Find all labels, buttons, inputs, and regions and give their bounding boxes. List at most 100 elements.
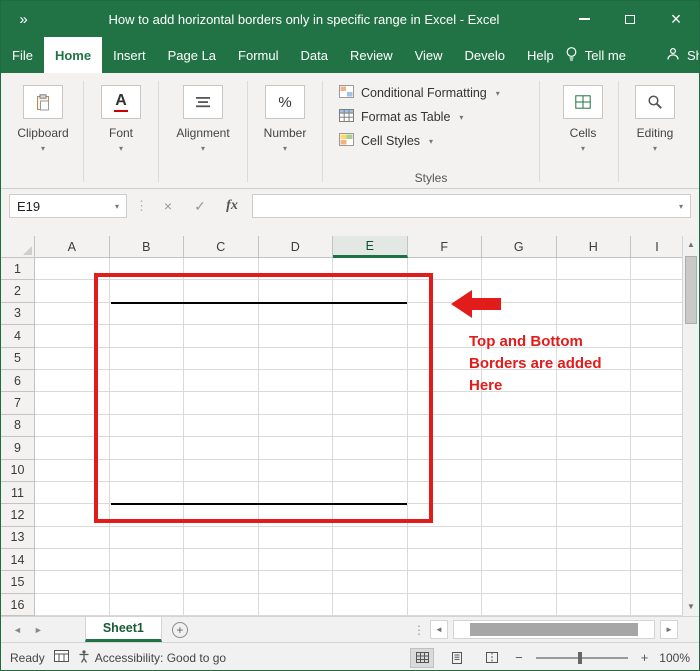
tab-data[interactable]: Data xyxy=(289,37,338,73)
row-header-13[interactable]: 13 xyxy=(1,526,35,550)
cell-G11[interactable] xyxy=(482,481,557,505)
cell-G16[interactable] xyxy=(482,593,557,616)
cancel-entry-icon[interactable]: × xyxy=(156,198,180,214)
macro-record-icon[interactable] xyxy=(53,650,69,665)
cell-E15[interactable] xyxy=(333,571,408,594)
editing-dropdown-icon[interactable]: ▾ xyxy=(653,144,657,153)
row-header-3[interactable]: 3 xyxy=(1,302,35,326)
cell-C16[interactable] xyxy=(184,593,259,616)
horizontal-scrollbar-thumb[interactable] xyxy=(470,623,638,636)
maximize-button[interactable] xyxy=(607,1,653,37)
row-header-9[interactable]: 9 xyxy=(1,437,35,460)
cell-I8[interactable] xyxy=(631,414,684,438)
clipboard-group[interactable]: Clipboard ▾ xyxy=(7,75,79,188)
horizontal-scrollbar[interactable] xyxy=(453,620,655,639)
cell-E16[interactable] xyxy=(333,593,408,616)
cell-I3[interactable] xyxy=(631,302,684,326)
name-box-dropdown-icon[interactable]: ▾ xyxy=(115,202,119,211)
cell-G8[interactable] xyxy=(482,414,557,438)
cell-I15[interactable] xyxy=(631,571,684,594)
font-group[interactable]: A Font ▾ xyxy=(88,75,154,188)
cell-G10[interactable] xyxy=(482,459,557,482)
vertical-scrollbar[interactable]: ▲ ▼ xyxy=(682,236,699,616)
alignment-dropdown-icon[interactable]: ▾ xyxy=(201,144,205,153)
cell-I16[interactable] xyxy=(631,593,684,616)
row-header-1[interactable]: 1 xyxy=(1,258,35,281)
scrollbar-resize-dots[interactable]: ⋮ xyxy=(413,623,425,637)
row-header-14[interactable]: 14 xyxy=(1,549,35,572)
cell-I1[interactable] xyxy=(631,258,684,281)
cell-G15[interactable] xyxy=(482,571,557,594)
cell-I2[interactable] xyxy=(631,280,684,303)
cell-I6[interactable] xyxy=(631,369,684,393)
cell-H14[interactable] xyxy=(556,549,631,572)
cell-I9[interactable] xyxy=(631,437,684,460)
row-header-6[interactable]: 6 xyxy=(1,369,35,393)
row-header-2[interactable]: 2 xyxy=(1,280,35,303)
cell-D15[interactable] xyxy=(258,571,333,594)
row-header-4[interactable]: 4 xyxy=(1,325,35,348)
cell-H1[interactable] xyxy=(556,258,631,281)
number-group[interactable]: % Number ▾ xyxy=(252,75,318,188)
scroll-left-icon[interactable]: ◄ xyxy=(430,620,448,639)
minimize-button[interactable] xyxy=(561,1,607,37)
new-sheet-button[interactable]: + xyxy=(171,621,188,638)
sheet-tab-sheet1[interactable]: Sheet1 xyxy=(84,617,162,642)
row-header-7[interactable]: 7 xyxy=(1,392,35,415)
cell-E14[interactable] xyxy=(333,549,408,572)
tab-formulas[interactable]: Formul xyxy=(227,37,289,73)
cell-F13[interactable] xyxy=(407,526,482,550)
cell-I4[interactable] xyxy=(631,325,684,348)
cell-I11[interactable] xyxy=(631,481,684,505)
cell-H8[interactable] xyxy=(556,414,631,438)
cell-H10[interactable] xyxy=(556,459,631,482)
cell-C14[interactable] xyxy=(184,549,259,572)
tab-review[interactable]: Review xyxy=(339,37,404,73)
cell-I14[interactable] xyxy=(631,549,684,572)
tell-me-box[interactable]: Tell me xyxy=(565,46,626,65)
column-header-I[interactable]: I xyxy=(631,236,684,258)
insert-function-icon[interactable]: fx xyxy=(220,198,244,214)
zoom-in-button[interactable]: + xyxy=(641,650,649,665)
editing-group[interactable]: Editing ▾ xyxy=(623,75,687,188)
number-dropdown-icon[interactable]: ▾ xyxy=(283,144,287,153)
cell-styles-button[interactable]: Cell Styles ▾ xyxy=(339,129,525,153)
tab-home[interactable]: Home xyxy=(43,37,103,73)
row-header-15[interactable]: 15 xyxy=(1,571,35,594)
cell-I12[interactable] xyxy=(631,504,684,527)
cell-G1[interactable] xyxy=(482,258,557,281)
cell-G9[interactable] xyxy=(482,437,557,460)
font-dropdown-icon[interactable]: ▾ xyxy=(119,144,123,153)
cell-F16[interactable] xyxy=(407,593,482,616)
cell-I7[interactable] xyxy=(631,392,684,415)
cell-I10[interactable] xyxy=(631,459,684,482)
vertical-scrollbar-thumb[interactable] xyxy=(685,256,697,324)
cell-H9[interactable] xyxy=(556,437,631,460)
cell-D13[interactable] xyxy=(258,526,333,550)
zoom-slider[interactable] xyxy=(535,651,628,664)
name-box[interactable]: E19 ▾ xyxy=(9,194,127,218)
row-header-16[interactable]: 16 xyxy=(1,593,35,616)
zoom-level[interactable]: 100% xyxy=(659,651,690,665)
formula-bar-expand-icon[interactable]: ▾ xyxy=(679,202,683,211)
cell-C13[interactable] xyxy=(184,526,259,550)
confirm-entry-icon[interactable]: ✓ xyxy=(188,198,212,215)
cell-I5[interactable] xyxy=(631,347,684,370)
row-header-11[interactable]: 11 xyxy=(1,481,35,505)
tab-developer[interactable]: Develo xyxy=(454,37,516,73)
share-button[interactable]: Share xyxy=(666,47,699,64)
conditional-formatting-button[interactable]: Conditional Formatting ▾ xyxy=(339,81,525,105)
accessibility-status[interactable]: Accessibility: Good to go xyxy=(78,649,226,666)
tab-page-layout[interactable]: Page La xyxy=(157,37,227,73)
cell-F15[interactable] xyxy=(407,571,482,594)
tab-file[interactable]: File xyxy=(1,37,44,73)
alignment-group[interactable]: Alignment ▾ xyxy=(163,75,243,188)
column-header-F[interactable]: F xyxy=(407,236,482,258)
close-button[interactable]: × xyxy=(653,1,699,37)
row-header-12[interactable]: 12 xyxy=(1,504,35,527)
cell-A14[interactable] xyxy=(35,549,110,572)
scroll-right-icon[interactable]: ► xyxy=(660,620,678,639)
cell-D16[interactable] xyxy=(258,593,333,616)
cell-F14[interactable] xyxy=(407,549,482,572)
cell-A15[interactable] xyxy=(35,571,110,594)
